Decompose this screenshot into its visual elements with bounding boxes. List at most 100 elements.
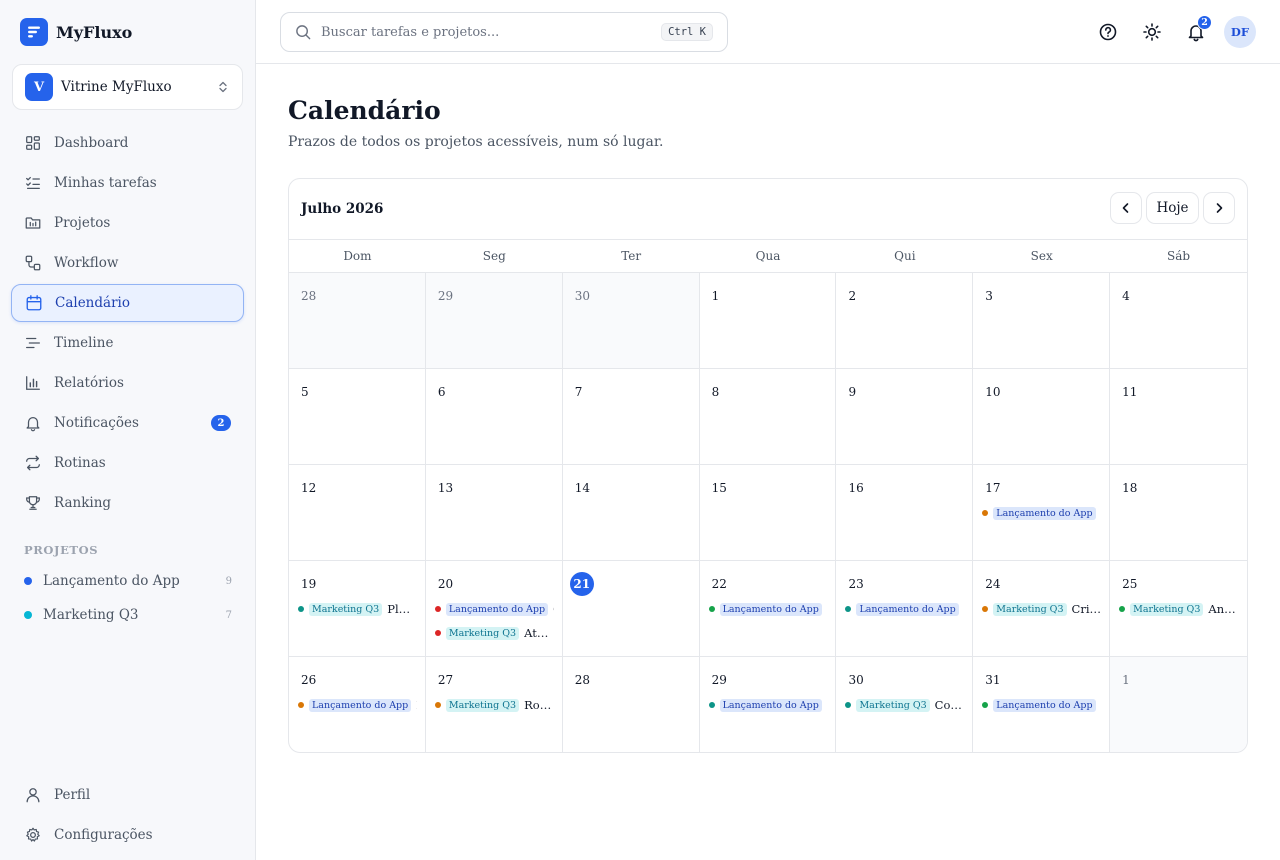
sidebar-item-timeline[interactable]: Timeline (11, 324, 244, 362)
search-input[interactable] (321, 24, 662, 40)
calendar-event[interactable]: Lançamento do App I... (298, 697, 417, 713)
weekday-header: Dom (343, 249, 372, 263)
sidebar-item-notificacoes[interactable]: Notificações 2 (11, 404, 244, 442)
calendar: Julho 2026 Hoje Dom Seg Ter Qua Qui Sex Sáb 28… (288, 178, 1248, 753)
calendar-day-cell[interactable]: 7 (562, 369, 700, 465)
calendar-day-cell[interactable]: 5 (289, 369, 426, 465)
calendar-day-cell[interactable]: 2 (836, 273, 974, 369)
calendar-day-cell[interactable]: 25 Marketing Q3 Anal... (1110, 561, 1247, 657)
calendar-day-cell[interactable]: 16 (836, 465, 974, 561)
page-title: Calendário (288, 96, 441, 125)
calendar-day-cell[interactable]: 21 (562, 561, 700, 657)
calendar-day-cell[interactable]: 26 Lançamento do App I... (289, 657, 426, 752)
sidebar-item-projetos[interactable]: Projetos (11, 204, 244, 242)
calendar-day-cell[interactable]: 11 (1110, 369, 1247, 465)
calendar-day-cell[interactable]: 20 Lançamento do App C... Marketing Q3 Atua.… (425, 561, 563, 657)
bottom-nav: Perfil Configurações (11, 776, 244, 856)
calendar-day-cell[interactable]: 9 (836, 369, 974, 465)
help-button[interactable] (1096, 20, 1120, 44)
logo-icon (20, 18, 48, 46)
notification-badge: 2 (1197, 15, 1212, 30)
calendar-day-cell[interactable]: 29 (425, 273, 563, 369)
calendar-day-cell[interactable]: 6 (425, 369, 563, 465)
sidebar-item-rotinas[interactable]: Rotinas (11, 444, 244, 482)
calendar-day-cell[interactable]: 28 (289, 273, 426, 369)
calendar-day-cell[interactable]: 18 (1110, 465, 1247, 561)
search-bar[interactable]: Ctrl K (280, 12, 728, 52)
bar-chart-icon (26, 376, 40, 390)
calendar-day-cell[interactable]: 4 (1110, 273, 1247, 369)
calendar-event[interactable]: Marketing Q3 Rote... (434, 697, 554, 713)
chevron-right-icon (1216, 203, 1223, 213)
calendar-day-cell[interactable]: 30 Marketing Q3 Conf... (836, 657, 974, 752)
sidebar-item-ranking[interactable]: Ranking (11, 484, 244, 522)
calendar-day-cell[interactable]: 24 Marketing Q3 Criar... (973, 561, 1111, 657)
day-number: 1 (1122, 673, 1130, 687)
calendar-event[interactable]: Lançamento do App R... (708, 601, 827, 617)
sidebar-item-minhas-tarefas[interactable]: Minhas tarefas (11, 164, 244, 202)
sidebar-item-perfil[interactable]: Perfil (11, 776, 244, 814)
user-avatar[interactable]: DF (1224, 16, 1256, 48)
theme-toggle-button[interactable] (1140, 20, 1164, 44)
sidebar-item-dashboard[interactable]: Dashboard (11, 124, 244, 162)
calendar-day-cell[interactable]: 1 (699, 273, 837, 369)
event-title: D... (964, 602, 965, 616)
sidebar-item-calendario[interactable]: Calendário (11, 284, 244, 322)
event-project-tag: Marketing Q3 (1130, 602, 1204, 616)
calendar-event[interactable]: Lançamento do App D... (845, 601, 964, 617)
calendar-event[interactable]: Lançamento do App C... (708, 697, 828, 713)
gear-icon (26, 827, 40, 842)
calendar-day-cell[interactable]: 19 Marketing Q3 Plan... (289, 561, 426, 657)
day-number: 20 (437, 577, 454, 591)
brand[interactable]: MyFluxo (20, 18, 132, 46)
sidebar-item-workflow[interactable]: Workflow (11, 244, 244, 282)
project-item-lancamento-do-app[interactable]: Lançamento do App 9 (24, 570, 232, 592)
calendar-event[interactable]: Marketing Q3 Conf... (845, 697, 964, 713)
sidebar-item-label: Rotinas (54, 455, 106, 471)
project-item-marketing-q3[interactable]: Marketing Q3 7 (24, 604, 232, 626)
calendar-day-cell[interactable]: 29 Lançamento do App C... (700, 657, 837, 752)
next-month-button[interactable] (1203, 192, 1235, 224)
day-number: 30 (574, 289, 590, 303)
event-status-dot (845, 702, 852, 708)
calendar-day-cell[interactable]: 12 (289, 465, 426, 561)
calendar-event[interactable]: Lançamento do App C... (434, 601, 554, 617)
calendar-day-cell[interactable]: 1 (1110, 657, 1247, 752)
weekday-header: Ter (621, 249, 642, 263)
calendar-event[interactable]: Marketing Q3 Plan... (298, 601, 417, 617)
calendar-day-cell[interactable]: 30 (562, 273, 700, 369)
search-shortcut: Ctrl K (661, 23, 713, 41)
calendar-day-cell[interactable]: 23 Lançamento do App D... (836, 561, 974, 657)
calendar-day-cell[interactable]: 31 Lançamento do App E... (973, 657, 1111, 752)
calendar-event[interactable]: Lançamento do App E... (982, 697, 1101, 713)
sidebar-item-label: Minhas tarefas (54, 175, 157, 191)
calendar-day-cell[interactable]: 10 (973, 369, 1111, 465)
calendar-day-cell[interactable]: 27 Marketing Q3 Rote... (426, 657, 563, 752)
sidebar-item-label: Timeline (54, 335, 114, 351)
calendar-event[interactable]: Lançamento do App D... (982, 505, 1101, 521)
calendar-day-cell[interactable]: 15 (699, 465, 837, 561)
calendar-day-cell[interactable]: 17 Lançamento do App D... (973, 465, 1111, 561)
search-icon (296, 24, 311, 39)
event-title: C... (827, 698, 828, 712)
sidebar-item-configuracoes[interactable]: Configurações (11, 816, 244, 854)
calendar-day-cell[interactable]: 22 Lançamento do App R... (699, 561, 837, 657)
calendar-day-cell[interactable]: 13 (425, 465, 563, 561)
workspace-switcher[interactable]: V Vitrine MyFluxo (12, 64, 243, 110)
today-button[interactable]: Hoje (1146, 192, 1199, 224)
day-number: 31 (985, 673, 1001, 687)
calendar-day-cell[interactable]: 28 (563, 657, 700, 752)
prev-month-button[interactable] (1110, 192, 1142, 224)
calendar-event[interactable]: Marketing Q3 Anal... (1119, 601, 1239, 617)
event-title: D... (1101, 506, 1102, 520)
day-number: 28 (301, 289, 317, 303)
calendar-day-cell[interactable]: 3 (973, 273, 1111, 369)
notifications-button[interactable]: 2 (1184, 15, 1212, 44)
calendar-event[interactable]: Marketing Q3 Atua... (434, 625, 554, 641)
calendar-day-cell[interactable]: 8 (699, 369, 837, 465)
calendar-day-cell[interactable]: 14 (562, 465, 700, 561)
sidebar-item-relatorios[interactable]: Relatórios (11, 364, 244, 402)
calendar-event[interactable]: Marketing Q3 Criar... (982, 601, 1101, 617)
event-status-dot (708, 702, 715, 708)
day-number: 2 (848, 289, 857, 303)
